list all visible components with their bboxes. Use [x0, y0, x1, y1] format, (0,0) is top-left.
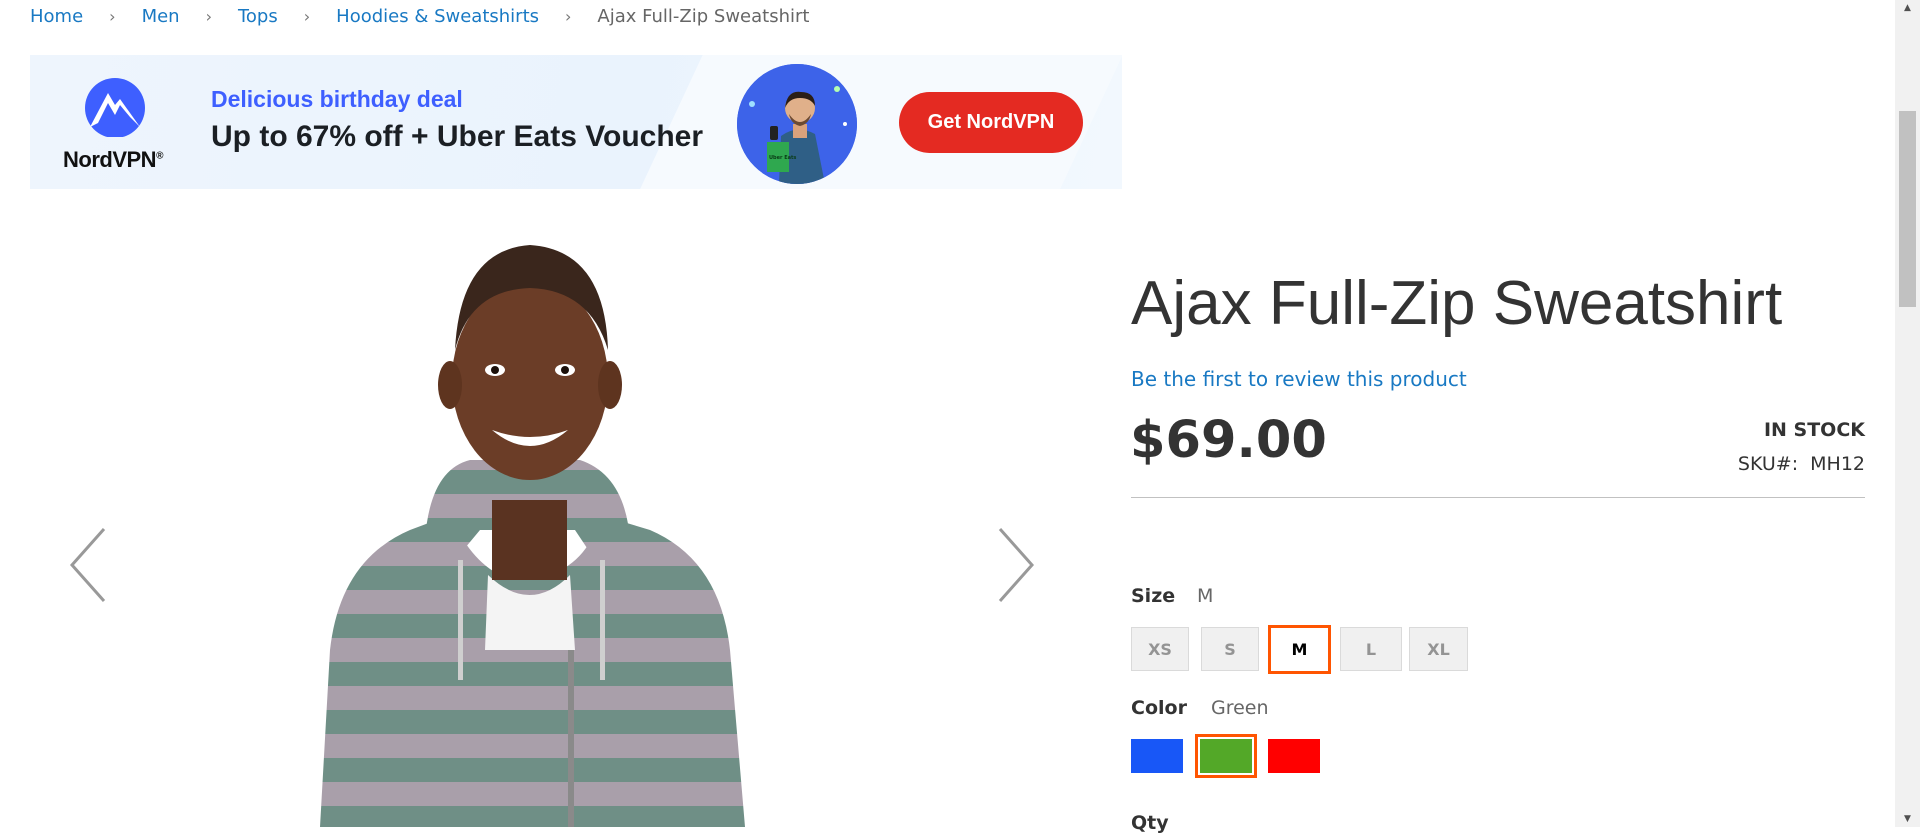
product-title: Ajax Full-Zip Sweatshirt [1131, 269, 1783, 338]
scroll-down-icon[interactable]: ▼ [1895, 811, 1920, 827]
size-option-xl[interactable]: XL [1409, 627, 1468, 671]
page-scrollbar[interactable]: ▲ ▼ [1895, 0, 1920, 827]
size-option-s[interactable]: S [1201, 627, 1259, 671]
chevron-right-icon: › [303, 7, 311, 26]
size-selected-value: M [1197, 585, 1214, 607]
breadcrumb-home[interactable]: Home [30, 6, 83, 27]
qty-label: Qty [1131, 812, 1169, 834]
stock-status: IN STOCK [1763, 419, 1865, 441]
promo-bag-text: Uber Eats [769, 155, 797, 161]
color-swatch-green[interactable] [1195, 734, 1257, 778]
color-selected-value: Green [1211, 697, 1269, 719]
chevron-right-icon: › [109, 7, 116, 26]
ad-headline-small: Delicious birthday deal [211, 86, 463, 112]
breadcrumb-current: Ajax Full-Zip Sweatshirt [597, 6, 810, 27]
nordvpn-logo-text: NordVPN® [63, 147, 163, 172]
divider [1131, 497, 1865, 498]
get-nordvpn-button[interactable]: Get NordVPN [899, 92, 1083, 153]
color-swatch-blue[interactable] [1131, 739, 1183, 773]
color-label: Color [1131, 697, 1187, 719]
breadcrumb: Home › Men › Tops › Hoodies & Sweatshirt… [30, 6, 809, 27]
color-swatch-red[interactable] [1268, 739, 1320, 773]
scrollbar-thumb[interactable] [1899, 111, 1916, 307]
size-option-l[interactable]: L [1340, 627, 1402, 671]
ad-promo-image: Uber Eats [737, 64, 857, 184]
sku-label: SKU#: [1737, 453, 1799, 475]
product-image[interactable] [30, 230, 1090, 827]
previous-image-arrow-icon[interactable] [66, 525, 112, 605]
chevron-right-icon: › [565, 7, 572, 26]
size-label: Size [1131, 585, 1176, 607]
ad-headline-main: Up to 67% off + Uber Eats Voucher [211, 120, 704, 153]
scroll-up-icon[interactable]: ▲ [1895, 0, 1920, 16]
promo-person-illustration [737, 64, 857, 184]
size-option-xs[interactable]: XS [1131, 627, 1189, 671]
breadcrumb-tops[interactable]: Tops [238, 6, 278, 27]
nordvpn-logo-icon [85, 78, 145, 137]
sku-value: MH12 [1810, 453, 1865, 475]
product-price: $69.00 [1130, 411, 1327, 470]
breadcrumb-hoodies-sweatshirts[interactable]: Hoodies & Sweatshirts [336, 6, 539, 27]
ad-banner[interactable]: NordVPN® Delicious birthday deal Up to 6… [30, 55, 1122, 189]
size-option-m[interactable]: M [1268, 625, 1331, 674]
chevron-right-icon: › [205, 7, 212, 26]
breadcrumb-men[interactable]: Men [142, 6, 180, 27]
product-gallery [30, 230, 1090, 827]
product-sku: SKU#: MH12 [1738, 453, 1865, 475]
next-image-arrow-icon[interactable] [992, 525, 1038, 605]
review-link[interactable]: Be the first to review this product [1131, 367, 1467, 391]
